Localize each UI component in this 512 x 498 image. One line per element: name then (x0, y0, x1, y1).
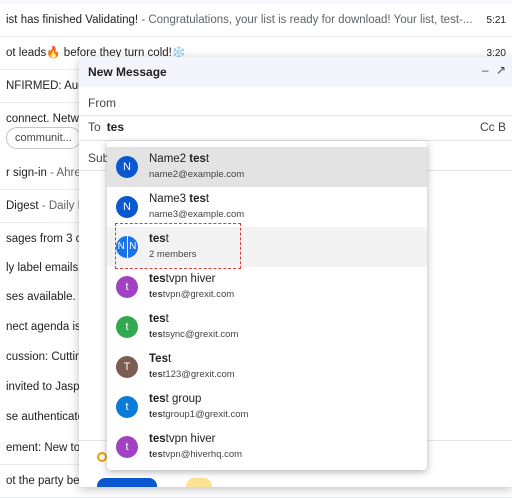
suggestion-email: testvpn@grexit.com (149, 289, 235, 300)
emoji-icon[interactable] (97, 452, 107, 462)
suggestion-item[interactable]: N Name2 test name2@example.com (107, 147, 427, 187)
suggestion-name: test group (149, 393, 202, 405)
suggestion-item[interactable]: N Name3 test name3@example.com (107, 187, 427, 227)
suggestion-item[interactable]: t testvpn hiver testvpn@grexit.com (107, 267, 427, 307)
email-subject: ot the party be (6, 475, 80, 487)
to-input[interactable]: tes (107, 120, 124, 134)
email-subject: invited to Jasp (6, 381, 80, 393)
avatar: N (116, 156, 138, 178)
email-subject: ses available. - (6, 291, 83, 303)
email-subject: nect agenda is (6, 321, 81, 333)
suggestion-name: testvpn hiver (149, 433, 216, 445)
email-time: 5:21 (486, 15, 506, 26)
suggestion-item[interactable]: T Test test123@grexit.com (107, 347, 427, 387)
suggestion-email: name2@example.com (149, 169, 245, 180)
email-subject: se authenticate (6, 411, 85, 423)
compose-header[interactable]: New Message – ↗ (79, 57, 512, 87)
email-subject: ist has finished Validating! - Congratul… (6, 14, 473, 26)
avatar: N (116, 196, 138, 218)
expand-icon[interactable]: ↗ (496, 63, 506, 77)
suggestion-email: name3@example.com (149, 209, 245, 220)
toolbar-button[interactable] (186, 478, 212, 487)
fire-icon: 🔥 (46, 47, 61, 59)
community-chip[interactable]: communit... (6, 127, 81, 149)
suggestion-name: Name3 test (149, 193, 210, 205)
avatar: T (116, 356, 138, 378)
highlight-box (115, 223, 241, 269)
recipient-suggestions: N Name2 test name2@example.com N Name3 t… (107, 141, 427, 470)
suggestion-email: testgroup1@grexit.com (149, 409, 249, 420)
suggestion-item[interactable]: t test group testgroup1@grexit.com (107, 387, 427, 427)
to-field[interactable]: To tes (88, 120, 124, 134)
suggestion-name: test (149, 313, 169, 325)
avatar: t (116, 276, 138, 298)
avatar: t (116, 316, 138, 338)
suggestion-name: testvpn hiver (149, 273, 216, 285)
minimize-icon[interactable]: – (482, 63, 489, 77)
email-subject: cussion: Cuttin (6, 351, 82, 363)
divider (79, 115, 512, 116)
suggestion-email: testvpn@hiverhq.com (149, 449, 243, 460)
email-subject: NFIRMED: Audi (6, 80, 88, 92)
send-button[interactable] (97, 478, 157, 487)
email-subject: ement: New to (6, 442, 81, 454)
suggestion-item[interactable]: t test testsync@grexit.com (107, 307, 427, 347)
compose-title: New Message (88, 65, 167, 79)
suggestion-name: Test (149, 353, 172, 365)
suggestion-item[interactable]: t testvpn hiver testvpn@hiverhq.com (107, 427, 427, 467)
suggestion-name: Name2 test (149, 153, 210, 165)
from-label: From (88, 96, 116, 110)
to-label: To (88, 120, 101, 134)
suggestion-email: test123@grexit.com (149, 369, 235, 380)
email-subject: r sign-in - Ahre (6, 167, 81, 179)
avatar: t (116, 436, 138, 458)
suggestion-email: testsync@grexit.com (149, 329, 239, 340)
email-row[interactable]: ist has finished Validating! - Congratul… (0, 4, 512, 37)
avatar: t (116, 396, 138, 418)
cc-bcc-toggle[interactable]: Cc B (480, 120, 506, 134)
email-subject: Digest - Daily E (6, 200, 86, 212)
